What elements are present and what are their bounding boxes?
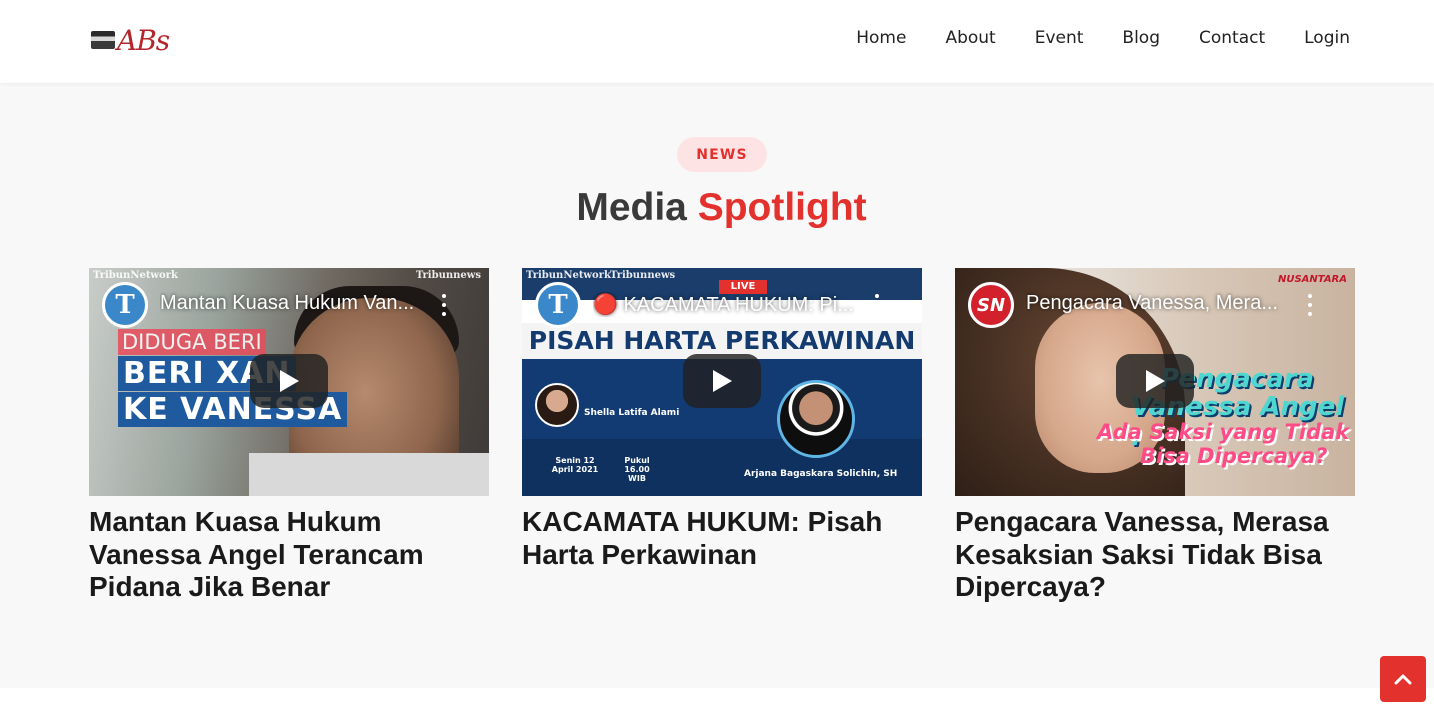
video-title-overlay[interactable]: Mantan Kuasa Hukum Van... <box>160 292 422 315</box>
nav-blog[interactable]: Blog <box>1122 28 1160 48</box>
brand-tag: NUSANTARA <box>1277 274 1347 285</box>
more-options-icon[interactable] <box>872 294 882 316</box>
guest-label: Arjana Bagaskara Solichin, SH <box>744 469 898 479</box>
network-tag: TribunNetwork <box>93 270 178 281</box>
card-title[interactable]: Mantan Kuasa Hukum Vanessa Angel Teranca… <box>89 506 489 604</box>
nav-home[interactable]: Home <box>856 28 906 48</box>
network-tag: TribunNetwork <box>526 270 611 281</box>
video-embed-2[interactable]: TribunNetwork Tribunnews LIVE PISAH HART… <box>522 268 922 496</box>
nav-contact[interactable]: Contact <box>1199 28 1265 48</box>
card-title[interactable]: KACAMATA HUKUM: Pisah Harta Perkawinan <box>522 506 922 571</box>
more-options-icon[interactable] <box>439 294 449 316</box>
network-tag-right: Tribunnews <box>415 270 481 281</box>
thumbnail-overlay-4: Bisa Dipercaya? <box>1140 444 1328 468</box>
guest-photo <box>777 380 855 458</box>
nav-about[interactable]: About <box>945 28 995 48</box>
video-card-3: NUSANTARA Pengacara Vanessa Angel : Ada … <box>955 268 1355 604</box>
thumbnail-shirt <box>249 453 489 496</box>
chevron-up-icon <box>1394 674 1412 685</box>
channel-avatar[interactable]: T <box>535 282 581 328</box>
play-button[interactable] <box>683 354 761 408</box>
time-label: Pukul 16.00 WIB <box>624 456 650 483</box>
more-options-icon[interactable] <box>1305 294 1315 316</box>
section-badge: NEWS <box>677 137 767 172</box>
channel-avatar[interactable]: SN <box>968 282 1014 328</box>
play-icon <box>713 370 732 392</box>
video-title-overlay[interactable]: 🔴 KACAMATA HUKUM: Pi... <box>593 292 855 317</box>
play-icon <box>280 370 299 392</box>
date-label: Senin 12 April 2021 <box>551 456 599 474</box>
thumbnail-overlay-3: Ada Saksi yang Tidak <box>1097 420 1350 444</box>
main-nav: Home About Event Blog Contact Login <box>817 28 1350 48</box>
card-title[interactable]: Pengacara Vanessa, Merasa Kesaksian Saks… <box>955 506 1355 604</box>
site-logo[interactable]: ABs <box>91 22 171 58</box>
channel-avatar[interactable]: T <box>102 282 148 328</box>
title-accent: Spotlight <box>697 186 867 229</box>
logo-text: ABs <box>117 23 170 57</box>
video-embed-3[interactable]: NUSANTARA Pengacara Vanessa Angel : Ada … <box>955 268 1355 496</box>
site-header: ABs Home About Event Blog Contact Login <box>0 0 1434 83</box>
host-photo <box>535 383 579 427</box>
play-icon <box>1146 370 1165 392</box>
logo-image <box>91 31 115 49</box>
nav-login[interactable]: Login <box>1304 28 1350 48</box>
video-card-2: TribunNetwork Tribunnews LIVE PISAH HART… <box>522 268 922 571</box>
host-label: Shella Latifa Alami <box>584 408 680 418</box>
play-button[interactable] <box>250 354 328 408</box>
nav-event[interactable]: Event <box>1035 28 1084 48</box>
section-title: Media Spotlight <box>0 186 1434 230</box>
video-embed-1[interactable]: TribunNetwork Tribunnews DIDUGA BERI BER… <box>89 268 489 496</box>
footer-band <box>0 688 1434 714</box>
back-to-top-button[interactable] <box>1380 656 1426 702</box>
video-card-1: TribunNetwork Tribunnews DIDUGA BERI BER… <box>89 268 489 604</box>
play-button[interactable] <box>1116 354 1194 408</box>
network-tag-right: Tribunnews <box>610 270 676 281</box>
thumbnail-caption-1: DIDUGA BERI <box>118 329 266 355</box>
title-main: Media <box>576 186 687 229</box>
video-title-overlay[interactable]: Pengacara Vanessa, Mera... <box>1026 292 1288 315</box>
